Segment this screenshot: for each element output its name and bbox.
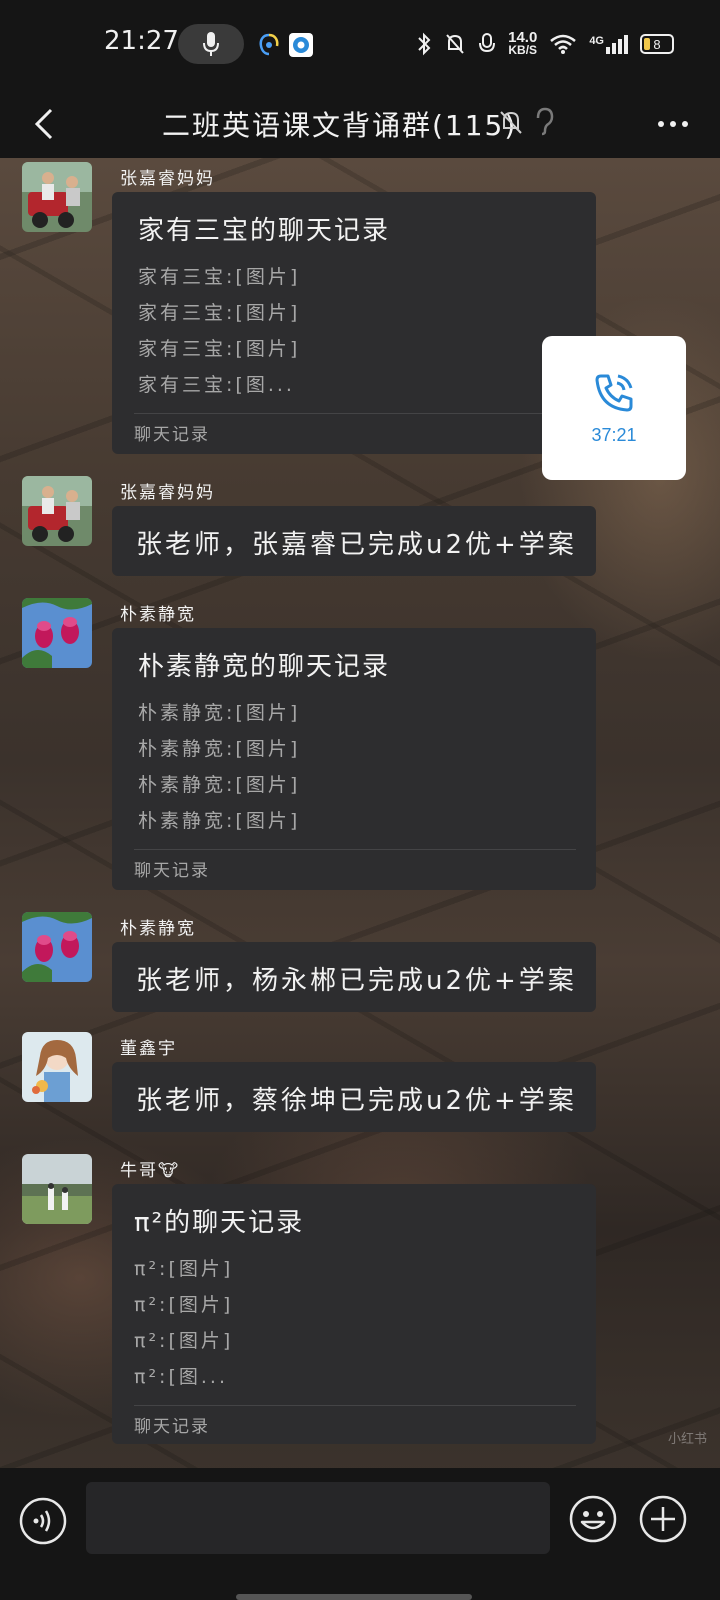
microphone-in-use-indicator[interactable] xyxy=(178,24,244,64)
avatar[interactable] xyxy=(22,162,92,232)
avatar[interactable] xyxy=(22,598,92,668)
status-time: 21:27 xyxy=(104,26,179,56)
avatar[interactable] xyxy=(22,1032,92,1102)
back-button[interactable] xyxy=(22,100,66,148)
assistant-app-icon xyxy=(259,33,279,56)
avatar[interactable] xyxy=(22,1154,92,1224)
home-indicator[interactable] xyxy=(236,1594,472,1600)
voice-input-icon xyxy=(19,1497,67,1545)
call-duration: 37:21 xyxy=(591,424,637,445)
microphone-icon xyxy=(203,32,219,56)
app-notification-icon xyxy=(289,33,313,57)
battery-indicator: 8 xyxy=(640,34,674,54)
emoji-button[interactable] xyxy=(568,1494,618,1544)
sender-name: 张嘉睿妈妈 xyxy=(120,169,215,189)
text-message-bubble[interactable]: 张老师，张嘉睿已完成u2优+学案 xyxy=(112,506,596,576)
do-not-disturb-bell-icon xyxy=(446,34,464,54)
microphone-status-icon xyxy=(479,33,496,53)
more-options-button[interactable] xyxy=(648,102,698,146)
status-bar: 21:27 14.0 KB/S 4G 8 xyxy=(0,0,720,90)
wifi-icon xyxy=(550,34,577,54)
cellular-signal-icon: 4G xyxy=(589,34,628,54)
back-arrow-icon xyxy=(34,108,53,140)
record-line: 朴素静宽:[图片] xyxy=(138,810,301,832)
chat-record-card[interactable]: 朴素静宽的聊天记录 朴素静宽:[图片] 朴素静宽:[图片] 朴素静宽:[图片] … xyxy=(112,628,596,890)
chat-record-card[interactable]: 家有三宝的聊天记录 家有三宝:[图片] 家有三宝:[图片] 家有三宝:[图片] … xyxy=(112,192,596,454)
voice-input-button[interactable] xyxy=(18,1496,68,1546)
plus-icon xyxy=(639,1495,687,1543)
record-line: π²:[图片] xyxy=(134,1294,234,1316)
bluetooth-icon xyxy=(418,32,431,56)
record-line: 家有三宝:[图片] xyxy=(138,266,301,288)
record-line: 朴素静宽:[图片] xyxy=(138,738,301,760)
record-line: 家有三宝:[图... xyxy=(138,374,295,396)
record-line: π²:[图... xyxy=(134,1366,228,1388)
avatar[interactable] xyxy=(22,912,92,982)
message-input[interactable] xyxy=(86,1482,550,1554)
network-speed: 14.0 KB/S xyxy=(508,29,538,57)
record-line: 家有三宝:[图片] xyxy=(138,302,301,324)
more-dots-icon xyxy=(658,121,664,127)
group-title[interactable]: 二班英语课文背诵群(115) xyxy=(162,104,517,144)
avatar[interactable] xyxy=(22,476,92,546)
chat-record-card[interactable]: π²的聊天记录 π²:[图片] π²:[图片] π²:[图片] π²:[图...… xyxy=(112,1184,596,1444)
ear-icon xyxy=(536,107,554,136)
text-message-bubble[interactable]: 张老师，蔡徐坤已完成u2优+学案 xyxy=(112,1062,596,1132)
record-line: 朴素静宽:[图片] xyxy=(138,774,301,796)
sender-name: 张嘉睿妈妈 xyxy=(120,483,215,503)
text-message-bubble[interactable]: 张老师，杨永郴已完成u2优+学案 xyxy=(112,942,596,1012)
watermark: 小红书 xyxy=(668,1432,708,1447)
sender-name: 牛哥🐮 xyxy=(120,1161,181,1181)
phone-call-icon xyxy=(595,374,633,411)
bell-mute-icon xyxy=(500,111,522,134)
record-title: 家有三宝的聊天记录 xyxy=(138,216,391,246)
record-footer-label: 聊天记录 xyxy=(134,861,210,881)
record-line: 朴素静宽:[图片] xyxy=(138,702,301,724)
sender-name: 朴素静宽 xyxy=(120,919,196,939)
record-title: π²的聊天记录 xyxy=(134,1208,305,1238)
record-footer-label: 聊天记录 xyxy=(134,1417,210,1437)
record-line: π²:[图片] xyxy=(134,1330,234,1352)
status-indicators: 14.0 KB/S 4G 8 xyxy=(416,28,674,60)
sender-name: 董鑫宇 xyxy=(120,1039,177,1059)
record-line: 家有三宝:[图片] xyxy=(138,338,301,360)
chat-header: 二班英语课文背诵群(115) xyxy=(0,90,720,158)
record-line: π²:[图片] xyxy=(134,1258,234,1280)
record-footer-label: 聊天记录 xyxy=(134,425,210,445)
ongoing-call-widget[interactable]: 37:21 xyxy=(542,336,686,480)
record-title: 朴素静宽的聊天记录 xyxy=(138,652,391,682)
more-actions-button[interactable] xyxy=(638,1494,688,1544)
emoji-icon xyxy=(569,1495,617,1543)
message-input-bar xyxy=(0,1468,720,1600)
sender-name: 朴素静宽 xyxy=(120,605,196,625)
